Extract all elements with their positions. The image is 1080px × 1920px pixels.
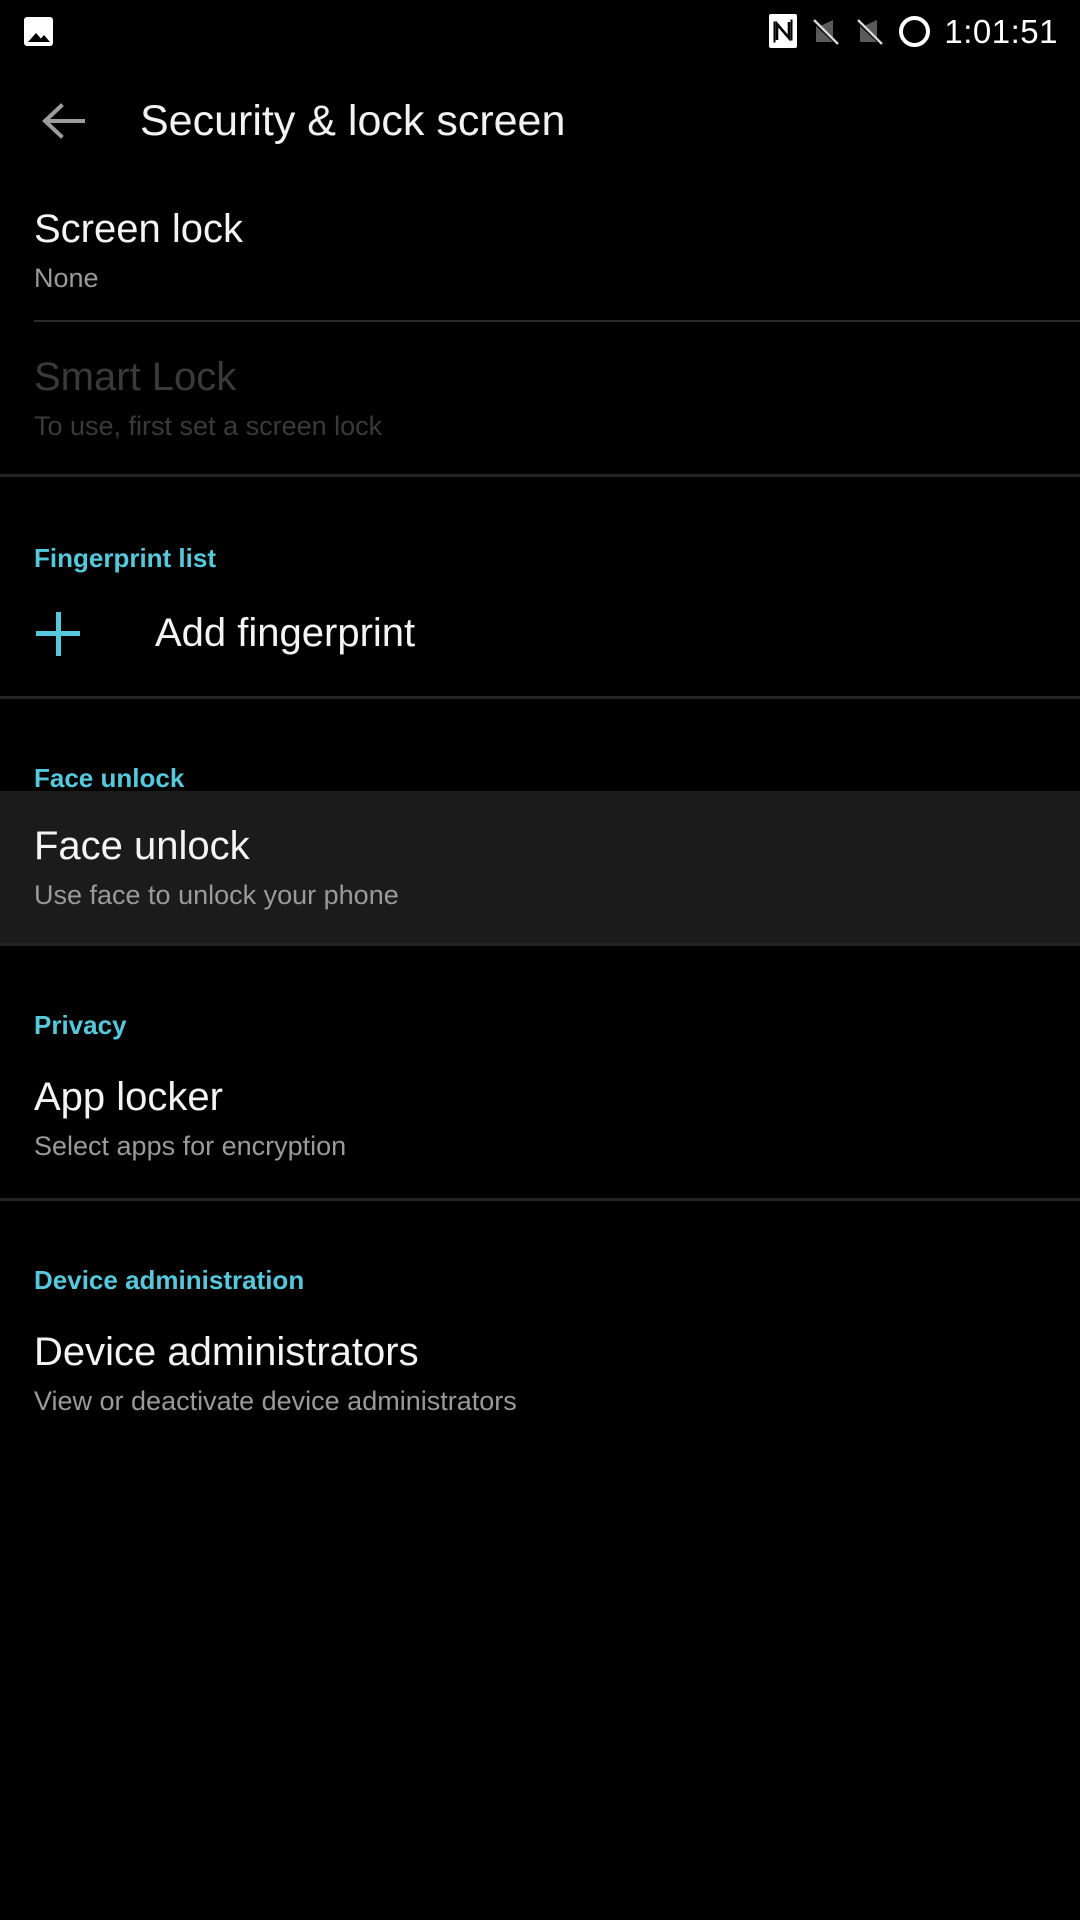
pref-title: App locker [34,1074,223,1119]
add-fingerprint-button[interactable]: Add fingerprint [0,571,1080,696]
pref-title: Smart Lock [34,354,237,399]
pref-row-device-administrators[interactable]: Device administrators View or deactivate… [0,1293,1080,1453]
section-header-label: Device administration [34,1265,305,1295]
pref-row-face-unlock[interactable]: Face unlock Use face to unlock your phon… [0,791,1080,943]
screen-recorder-icon [899,15,931,47]
app-bar: Security & lock screen [0,62,1080,180]
pref-title: Face unlock [34,823,250,868]
pref-title: Screen lock [34,206,243,251]
back-button[interactable] [34,90,96,152]
pref-summary: To use, first set a screen lock [34,411,383,442]
sim2-no-signal-icon [855,15,885,47]
page-title: Security & lock screen [140,96,566,145]
status-bar-left [24,16,53,46]
pref-summary: Select apps for encryption [34,1131,347,1162]
section-header-fingerprint-list: Fingerprint list [0,477,1080,571]
pref-row-smart-lock[interactable]: Smart Lock To use, first set a screen lo… [0,322,1080,474]
section-header-device-administration: Device administration [0,1201,1080,1293]
section-header-face-unlock: Face unlock [0,699,1080,791]
status-bar-right: 1:01:51 [769,14,1058,48]
status-bar-clock: 1:01:51 [944,12,1058,50]
pref-title: Device administrators [34,1329,419,1374]
pref-summary: Use face to unlock your phone [34,880,399,911]
pref-row-screen-lock[interactable]: Screen lock None [0,180,1080,320]
pref-summary: View or deactivate device administrators [34,1386,517,1417]
plus-icon [34,610,82,658]
image-icon [24,16,53,46]
pref-summary: None [34,263,99,294]
section-header-label: Fingerprint list [34,543,216,573]
nfc-icon [769,14,798,48]
section-header-privacy: Privacy [0,946,1080,1038]
settings-list: Screen lock None Smart Lock To use, firs… [0,180,1080,1453]
sim1-no-signal-icon [811,15,841,47]
status-bar: 1:01:51 [0,0,1080,62]
section-header-label: Face unlock [34,763,185,793]
section-header-label: Privacy [34,1010,127,1040]
add-fingerprint-label: Add fingerprint [155,611,416,655]
pref-row-app-locker[interactable]: App locker Select apps for encryption [0,1038,1080,1198]
